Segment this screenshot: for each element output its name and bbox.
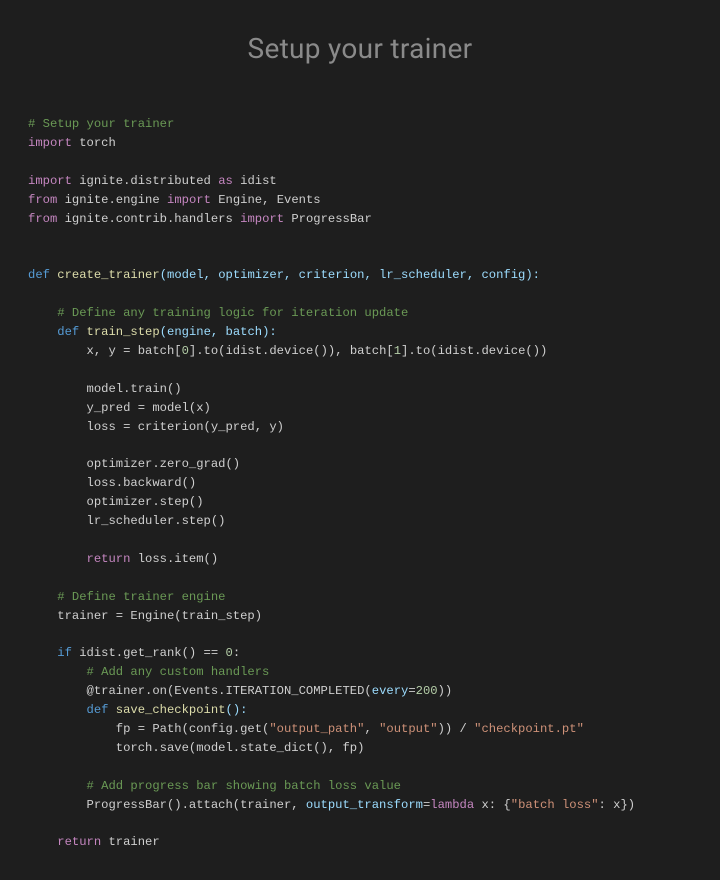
code-line: loss = criterion(y_pred, y) [28,420,284,434]
number: 1 [394,344,401,358]
fn-params: (): [226,703,248,717]
string: "output" [379,722,438,736]
module: ignite.contrib.handlers [65,212,233,226]
kw-def: def [28,268,50,282]
alias: idist [240,174,277,188]
page-title: Setup your trainer [28,32,692,65]
kw-from: from [28,212,57,226]
code-line: optimizer.step() [28,495,204,509]
code-line-comment: # Add progress bar showing batch loss va… [28,779,401,793]
code-line: trainer = Engine(train_step) [28,609,262,623]
code-line: , [364,722,379,736]
kw-return: return [87,552,131,566]
code-line: )) [438,684,453,698]
kw-as: as [218,174,233,188]
code-line: loss.item() [130,552,218,566]
code-line: : x}) [599,798,636,812]
module: ignite.engine [65,193,160,207]
string: "checkpoint.pt" [474,722,584,736]
kwarg: every [372,684,409,698]
kw-from: from [28,193,57,207]
code-line: @trainer.on(Events.ITERATION_COMPLETED( [28,684,372,698]
kw-import: import [240,212,284,226]
kw-import: import [28,136,72,150]
code-line: x, y = batch[ [28,344,182,358]
code-line: ].to(idist.device()), batch[ [189,344,394,358]
code-line: ProgressBar().attach(trainer, [28,798,306,812]
code-line: ].to(idist.device()) [401,344,547,358]
code-line: x: { [474,798,511,812]
code-line-comment: # Add any custom handlers [28,665,269,679]
fn-name: train_step [87,325,160,339]
code-line: y_pred = model(x) [28,401,211,415]
kw-import: import [28,174,72,188]
module: ignite.distributed [79,174,211,188]
module: torch [79,136,116,150]
names: Engine, Events [218,193,320,207]
code-line: = [408,684,415,698]
kw-lambda: lambda [430,798,474,812]
fn-params: (model, optimizer, criterion, lr_schedul… [160,268,540,282]
kw-import: import [167,193,211,207]
code-line-comment: # Define any training logic for iteratio… [28,306,408,320]
code-line: torch.save(model.state_dict(), fp) [28,741,364,755]
kwarg: output_transform [306,798,423,812]
number: 0 [182,344,189,358]
kw-def: def [87,703,109,717]
kw-if: if [57,646,72,660]
code-slide: Setup your trainer # Setup your trainer … [0,0,720,880]
code-line: )) / [438,722,475,736]
code-line: : [233,646,240,660]
fn-name: create_trainer [57,268,159,282]
kw-return: return [57,835,101,849]
number: 0 [226,646,233,660]
number: 200 [416,684,438,698]
string: "batch loss" [511,798,599,812]
fn-name: save_checkpoint [116,703,226,717]
code-line: trainer [101,835,160,849]
fn-params: (engine, batch): [160,325,277,339]
code-line-comment: # Setup your trainer [28,117,174,131]
code-line: idist.get_rank() == [72,646,226,660]
code-line: optimizer.zero_grad() [28,457,240,471]
code-block: # Setup your trainer import torch import… [28,115,692,852]
names: ProgressBar [291,212,371,226]
code-line: lr_scheduler.step() [28,514,225,528]
kw-def: def [57,325,79,339]
code-line: loss.backward() [28,476,196,490]
string: "output_path" [269,722,364,736]
code-line: model.train() [28,382,182,396]
code-line: fp = Path(config.get( [28,722,269,736]
code-line-comment: # Define trainer engine [28,590,225,604]
